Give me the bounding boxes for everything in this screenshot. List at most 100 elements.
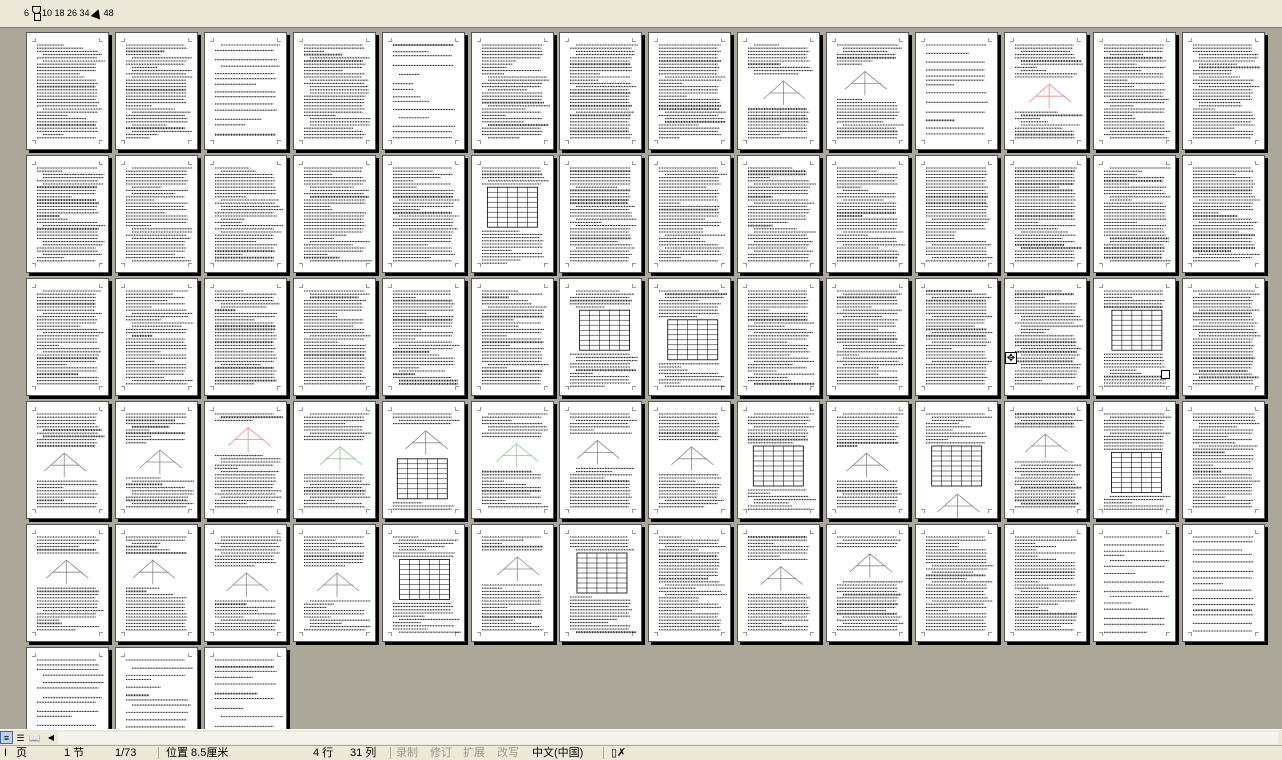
page-thumbnail[interactable]: [293, 32, 376, 150]
page-thumbnail[interactable]: [1004, 155, 1087, 273]
page-thumbnail[interactable]: [26, 401, 109, 519]
page-content-preview: [126, 536, 188, 631]
page-thumbnail[interactable]: [471, 155, 554, 273]
page-thumbnail[interactable]: [1182, 32, 1265, 150]
page-thumbnail[interactable]: [382, 401, 465, 519]
page-thumbnail[interactable]: [737, 401, 820, 519]
page-thumbnail[interactable]: [559, 401, 642, 519]
page-thumbnail[interactable]: [1182, 155, 1265, 273]
page-thumbnail[interactable]: [115, 647, 198, 729]
page-thumbnail[interactable]: [1004, 401, 1087, 519]
scroll-track[interactable]: [58, 732, 1278, 744]
page-thumbnail[interactable]: [648, 32, 731, 150]
page-thumbnail[interactable]: [737, 278, 820, 396]
page-thumbnail[interactable]: [915, 32, 998, 150]
page-thumbnail[interactable]: [1182, 524, 1265, 642]
status-bar: I 页 1 节 1/73 位置 8.5厘米 4 行 31 列 录制 修订 扩展 …: [0, 746, 1282, 760]
web-layout-view-button[interactable]: ☰: [14, 731, 27, 744]
right-indent-marker-icon[interactable]: [90, 7, 103, 19]
page-thumbnail[interactable]: [115, 278, 198, 396]
page-thumbnail[interactable]: [26, 32, 109, 150]
page-thumbnail[interactable]: [204, 647, 287, 729]
page-thumbnail[interactable]: [559, 524, 642, 642]
page-thumbnail[interactable]: [737, 32, 820, 150]
page-thumbnail[interactable]: [471, 401, 554, 519]
page-thumbnail[interactable]: [26, 524, 109, 642]
page-thumbnail[interactable]: [915, 401, 998, 519]
page-thumbnail[interactable]: [1093, 155, 1176, 273]
page-thumbnail[interactable]: [382, 32, 465, 150]
page-content-preview: [659, 536, 727, 631]
indent-marker-icon[interactable]: [31, 6, 42, 21]
reading-view-button[interactable]: 📖: [28, 731, 41, 744]
status-language: 中文(中国): [532, 747, 584, 759]
page-thumbnail[interactable]: [471, 32, 554, 150]
normal-view-button[interactable]: ≡: [0, 731, 13, 744]
page-thumbnail[interactable]: [648, 155, 731, 273]
page-thumbnail[interactable]: [1004, 32, 1087, 150]
page-thumbnail[interactable]: [915, 524, 998, 642]
page-thumbnail[interactable]: [737, 524, 820, 642]
page-thumbnail[interactable]: [204, 401, 287, 519]
page-thumbnail[interactable]: [915, 278, 998, 396]
page-thumbnail[interactable]: [382, 524, 465, 642]
page-thumbnail[interactable]: [204, 278, 287, 396]
status-trk[interactable]: 修订: [430, 746, 452, 760]
page-thumbnail[interactable]: [204, 32, 287, 150]
page-thumbnail[interactable]: [826, 401, 909, 519]
page-thumbnail[interactable]: [115, 401, 198, 519]
page-thumbnail[interactable]: [1004, 524, 1087, 642]
page-thumbnail[interactable]: [737, 155, 820, 273]
page-thumbnail[interactable]: [915, 155, 998, 273]
page-content-preview: [748, 413, 816, 510]
page-thumbnail[interactable]: [826, 524, 909, 642]
table-resize-handle-icon[interactable]: [1161, 370, 1170, 379]
page-thumbnail[interactable]: [1093, 524, 1176, 642]
table-move-handle-icon[interactable]: ✥: [1005, 352, 1017, 364]
page-thumbnail[interactable]: [826, 32, 909, 150]
page-content-preview: [1015, 413, 1083, 508]
ruler-marks: 6 10 18 26 34 48: [24, 6, 114, 21]
page-thumbnail[interactable]: [293, 155, 376, 273]
page-content-preview: [393, 44, 455, 139]
page-thumbnail[interactable]: [115, 155, 198, 273]
page-thumbnail[interactable]: [826, 278, 909, 396]
page-thumbnail[interactable]: [559, 155, 642, 273]
scroll-left-arrow-icon[interactable]: ◀: [44, 731, 58, 745]
page-thumbnail[interactable]: [559, 278, 642, 396]
status-ext[interactable]: 扩展: [463, 746, 485, 760]
horizontal-scrollbar[interactable]: ≡ ☰ 📖 ◀: [0, 729, 1282, 746]
page-thumbnail[interactable]: [293, 401, 376, 519]
page-content-preview: [570, 167, 637, 262]
status-ovr[interactable]: 改写: [497, 746, 519, 760]
page-thumbnail[interactable]: [826, 155, 909, 273]
page-thumbnail[interactable]: [1004, 278, 1087, 396]
page-thumbnail[interactable]: [471, 524, 554, 642]
page-content-preview: [37, 659, 105, 726]
page-thumbnail[interactable]: [115, 32, 198, 150]
page-thumbnail[interactable]: [26, 155, 109, 273]
page-thumbnail[interactable]: [559, 32, 642, 150]
page-thumbnail[interactable]: [1182, 401, 1265, 519]
page-thumbnail[interactable]: [648, 401, 731, 519]
page-thumbnail[interactable]: [1093, 32, 1176, 150]
spelling-check-icon[interactable]: ▯✗: [611, 746, 626, 760]
page-thumbnail[interactable]: [26, 647, 109, 729]
page-thumbnail[interactable]: [1182, 278, 1265, 396]
page-content-preview: [1193, 290, 1261, 385]
page-thumbnail[interactable]: [26, 278, 109, 396]
status-rec[interactable]: 录制: [396, 746, 418, 760]
document-page-area[interactable]: [0, 28, 1282, 729]
page-thumbnail[interactable]: [204, 524, 287, 642]
page-thumbnail[interactable]: [204, 155, 287, 273]
page-thumbnail[interactable]: [648, 524, 731, 642]
page-thumbnail[interactable]: [293, 524, 376, 642]
page-thumbnail[interactable]: [382, 155, 465, 273]
page-thumbnail[interactable]: [471, 278, 554, 396]
page-thumbnail[interactable]: [648, 278, 731, 396]
status-page-of: 1/73: [115, 747, 137, 759]
page-thumbnail[interactable]: [382, 278, 465, 396]
page-thumbnail[interactable]: [1093, 401, 1176, 519]
page-thumbnail[interactable]: [293, 278, 376, 396]
page-thumbnail[interactable]: [115, 524, 198, 642]
